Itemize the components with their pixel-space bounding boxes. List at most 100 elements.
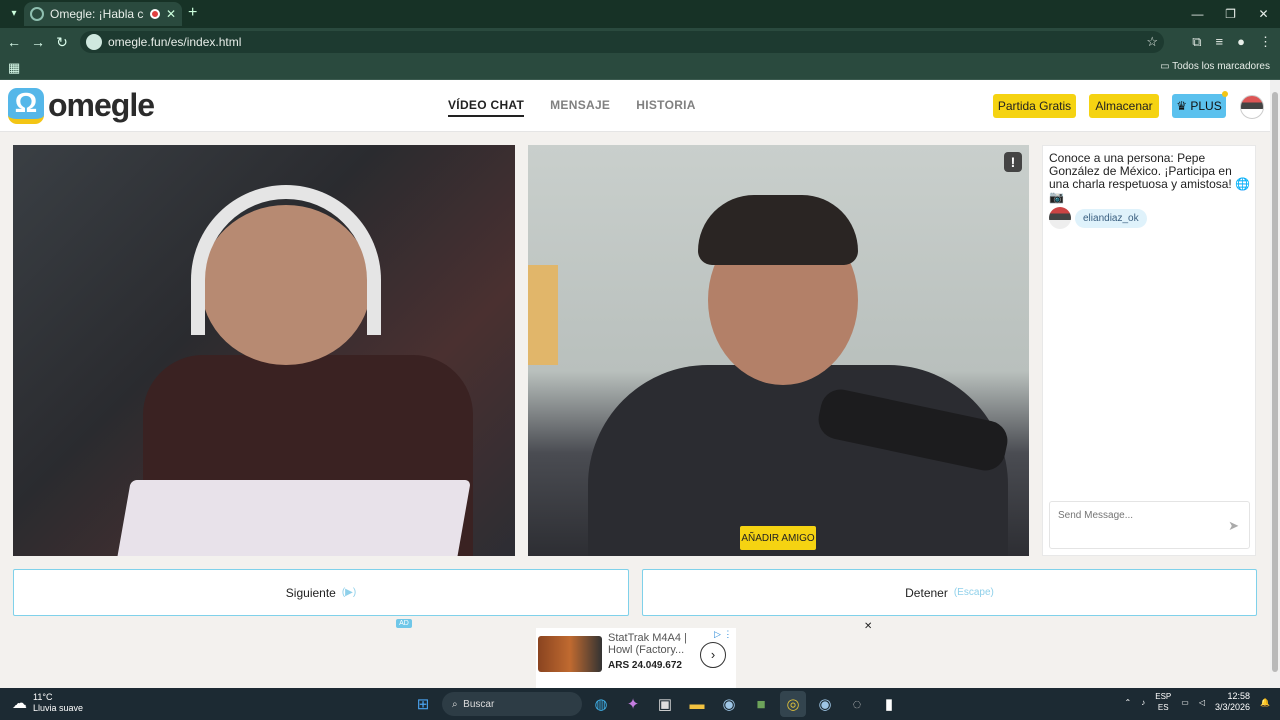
keyboard-graphic [115,480,471,556]
partida-gratis-button[interactable]: Partida Gratis [993,94,1076,118]
taskbar-search[interactable]: ⌕ Buscar [442,692,582,716]
site-logo[interactable]: Ω omegle [8,87,155,124]
taskbar-apps: ⊞ ⌕ Buscar ◍ ✦ ▣ ▬ ◉ ■ ◎ ◉ ◌ ▮ [410,691,902,717]
bookmarks-bar: ▦ ▭ Todos los marcadores [0,56,1280,80]
volume-icon[interactable]: ◁ [1199,698,1205,707]
folder-icon: ▭ [1160,61,1173,72]
notifications-icon[interactable]: 🔔 [1260,698,1270,707]
tray-chevron-icon[interactable]: ⌃ [1125,698,1132,707]
forward-icon[interactable]: → [26,34,50,50]
local-video [13,145,515,556]
window-graphic [528,265,558,365]
chat-user-avatar [1049,207,1071,229]
logo-text: omegle [48,87,155,123]
stop-label: Detener [905,585,948,600]
microphone-icon[interactable]: ♪ [1141,698,1145,707]
rain-cloud-icon: ☁ [12,694,27,712]
taskbar: ☁ 11°C Lluvia suave ⊞ ⌕ Buscar ◍ ✦ ▣ ▬ ◉… [0,688,1280,720]
ad-close-icon[interactable]: ✕ [864,621,872,632]
game-app-icon[interactable]: ◌ [844,691,870,717]
restore-icon[interactable]: ❐ [1214,0,1247,28]
ad-arrow-icon[interactable]: › [700,642,726,668]
ad-tag: AD [396,619,412,628]
chat-intro-text: Conoce a una persona: Pepe González de M… [1049,151,1251,204]
ad-info-icon[interactable]: ▷ ⋮ [714,629,732,640]
profile-icon[interactable]: ● [1237,34,1245,50]
weather-desc: Lluvia suave [33,703,84,713]
nav-mensaje[interactable]: MENSAJE [550,98,610,117]
tab-close-icon[interactable]: ✕ [166,7,176,21]
menu-icon[interactable]: ⋮ [1259,34,1272,50]
url-field[interactable]: omegle.fun/es/index.html ☆ [80,31,1164,53]
omegle-favicon-icon [30,7,44,21]
epic-games-icon[interactable]: ▮ [876,691,902,717]
plus-button[interactable]: ♛ PLUS [1172,91,1228,118]
minecraft-icon[interactable]: ■ [748,691,774,717]
plus-label: ♛ PLUS [1176,99,1222,113]
windows-start-icon[interactable]: ⊞ [410,691,436,717]
media-icon[interactable]: ≡ [1216,34,1224,50]
all-bookmarks-label: Todos los marcadores [1172,61,1270,72]
browser-tab[interactable]: Omegle: ¡Habla con Desco ✕ [24,2,182,26]
tab-title: Omegle: ¡Habla con Desco [50,7,144,21]
logo-mark-icon: Ω [8,87,44,124]
site-header: Ω omegle VÍDEO CHAT MENSAJE HISTORIA Par… [0,80,1270,132]
ad-banner[interactable]: StatTrak M4A4 | Howl (Factory... ARS 24.… [536,628,736,688]
file-explorer-icon[interactable]: ▬ [684,691,710,717]
apps-grid-icon[interactable]: ▦ [8,60,20,76]
extensions-icon[interactable]: ⧉ [1192,34,1201,50]
page-scrollbar[interactable] [1270,80,1280,688]
steam-2-icon[interactable]: ◉ [812,691,838,717]
search-icon: ⌕ [452,698,464,710]
language-indicator[interactable]: ESP ES [1155,691,1171,713]
all-bookmarks-link[interactable]: ▭ Todos los marcadores [1160,61,1270,72]
system-tray: ⌃ ♪ ESP ES ▭ ◁ 12:58 3/3/2026 🔔 [1125,691,1270,713]
bookmark-star-icon[interactable]: ☆ [1146,34,1158,50]
nav-historia[interactable]: HISTORIA [636,98,696,117]
tab-search-icon[interactable]: ▾ [6,6,22,22]
almacenar-button[interactable]: Almacenar [1089,94,1159,118]
add-friend-button[interactable]: AÑADIR AMIGO [740,526,816,550]
notification-dot [1222,91,1228,97]
clock-time: 12:58 [1227,691,1251,701]
scrollbar-thumb[interactable] [1272,92,1278,672]
clock-date: 3/3/2026 [1214,702,1251,712]
message-box[interactable]: ➤ [1049,501,1250,549]
close-window-icon[interactable]: ✕ [1247,0,1280,28]
chat-user[interactable]: eliandiaz_ok [1049,207,1147,229]
weather-temp: 11°C [33,692,53,702]
back-icon[interactable]: ← [2,34,26,50]
minimize-icon[interactable]: — [1181,0,1214,28]
ad-rifle-image [538,636,602,672]
clock[interactable]: 12:58 3/3/2026 [1215,691,1250,713]
weather-widget[interactable]: ☁ 11°C Lluvia suave [12,692,83,714]
lang-primary: ESP [1155,692,1172,701]
stop-hint: (Escape) [953,587,994,598]
report-icon[interactable]: ! [1004,152,1022,172]
network-icon[interactable]: ▭ [1181,698,1189,707]
message-input[interactable] [1058,510,1218,521]
lang-secondary: ES [1157,703,1169,712]
edge-icon[interactable]: ◍ [588,691,614,717]
next-label: Siguiente [285,585,336,600]
ad-price: ARS 24.049.672 [608,660,682,671]
site-info-icon[interactable] [86,34,102,50]
search-label: Buscar [463,698,495,710]
tab-bar: ▾ Omegle: ¡Habla con Desco ✕ + — ❐ ✕ [0,0,1280,28]
steam-icon[interactable]: ◉ [716,691,742,717]
next-button[interactable]: Siguiente (▶) [13,569,629,616]
browser-toolbar: ⧉ ≡ ● ⋮ [1192,34,1272,50]
next-hint: (▶) [341,587,357,598]
copilot-icon[interactable]: ✦ [620,691,646,717]
remote-video: ! AÑADIR AMIGO [528,145,1029,556]
new-tab-icon[interactable]: + [188,4,197,22]
recording-icon [149,9,160,19]
url-text: omegle.fun/es/index.html [108,35,242,49]
reload-icon[interactable]: ↻ [50,34,74,51]
chrome-icon[interactable]: ◎ [780,691,806,717]
nav-video-chat[interactable]: VÍDEO CHAT [448,98,525,117]
send-icon[interactable]: ➤ [1228,518,1239,534]
stop-button[interactable]: Detener (Escape) [642,569,1257,616]
store-icon[interactable]: ▣ [652,691,678,717]
user-avatar[interactable] [1240,95,1264,119]
